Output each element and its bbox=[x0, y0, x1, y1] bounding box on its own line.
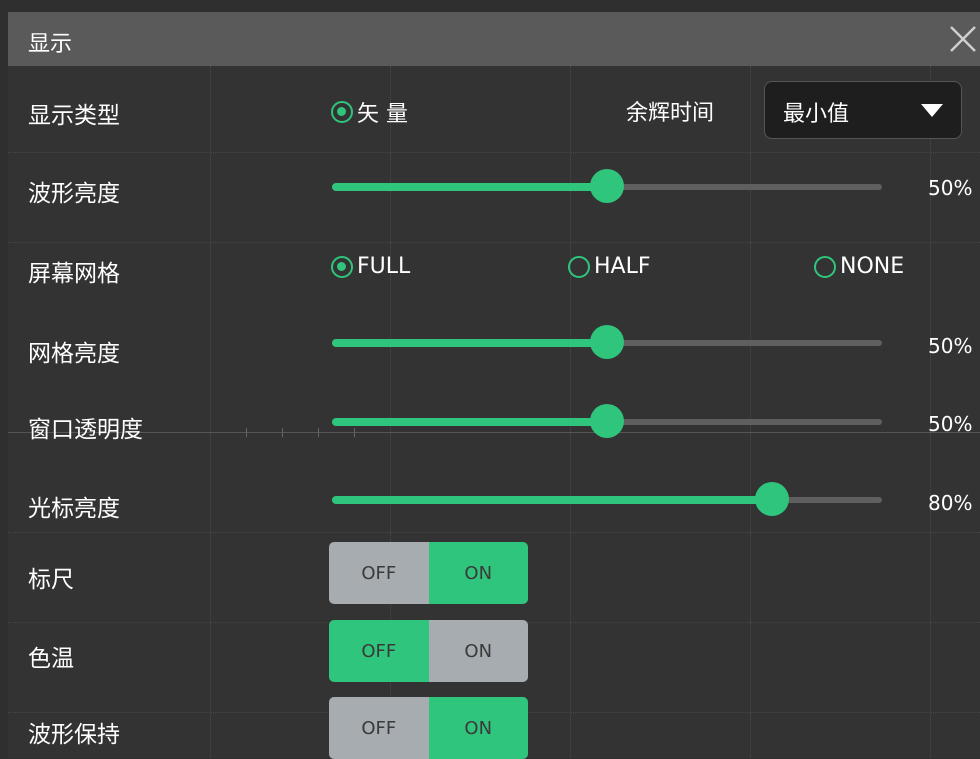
grid-brightness-label: 网格亮度 bbox=[28, 341, 120, 367]
close-icon[interactable] bbox=[948, 24, 978, 54]
wave-brightness-value: 50% bbox=[928, 176, 973, 200]
toggle-on-option[interactable]: ON bbox=[428, 542, 528, 604]
grid-line bbox=[8, 242, 980, 243]
slider-knob[interactable] bbox=[590, 169, 624, 203]
grid-line bbox=[210, 66, 211, 758]
persistence-label: 余辉时间 bbox=[626, 101, 715, 126]
grid-brightness-value: 50% bbox=[928, 334, 973, 358]
grid-line bbox=[8, 152, 980, 153]
persistence-value: 最小值 bbox=[783, 102, 850, 127]
radio-label: NONE bbox=[840, 254, 905, 279]
wave-hold-label: 波形保持 bbox=[28, 722, 120, 748]
toggle-on-option[interactable]: ON bbox=[428, 620, 528, 682]
screen-grid-none-radio[interactable]: NONE bbox=[814, 254, 904, 279]
radio-label: FULL bbox=[357, 254, 411, 279]
axis-tick bbox=[282, 428, 283, 437]
cursor-brightness-slider[interactable] bbox=[332, 482, 882, 516]
slider-fill bbox=[332, 339, 607, 347]
screen-grid-half-radio[interactable]: HALF bbox=[568, 254, 651, 279]
toggle-off-option[interactable]: OFF bbox=[329, 697, 429, 759]
radio-selected-icon bbox=[331, 101, 353, 123]
persistence-dropdown[interactable]: 最小值 bbox=[764, 81, 962, 139]
color-temp-toggle[interactable]: OFF ON bbox=[329, 620, 528, 682]
slider-fill bbox=[332, 496, 772, 504]
grid-brightness-slider[interactable] bbox=[332, 325, 882, 359]
axis-tick bbox=[246, 428, 247, 437]
screen-grid-full-radio[interactable]: FULL bbox=[331, 254, 410, 279]
toggle-off-option[interactable]: OFF bbox=[329, 542, 429, 604]
axis-tick bbox=[318, 428, 319, 437]
display-type-label: 显示类型 bbox=[28, 103, 120, 129]
window-transparency-label: 窗口透明度 bbox=[28, 417, 143, 443]
window-transparency-slider[interactable] bbox=[332, 404, 882, 438]
cursor-brightness-value: 80% bbox=[928, 491, 973, 515]
wave-hold-toggle[interactable]: OFF ON bbox=[329, 697, 528, 759]
ruler-label: 标尺 bbox=[28, 567, 74, 593]
wave-brightness-slider[interactable] bbox=[332, 169, 882, 203]
slider-knob[interactable] bbox=[755, 482, 789, 516]
slider-fill bbox=[332, 418, 607, 426]
caret-down-icon bbox=[921, 104, 943, 117]
dialog-title: 显示 bbox=[28, 32, 73, 57]
display-type-vector-radio[interactable]: 矢 量 bbox=[331, 96, 408, 128]
cursor-brightness-label: 光标亮度 bbox=[28, 496, 120, 522]
dialog-titlebar: 显示 bbox=[8, 12, 980, 66]
slider-knob[interactable] bbox=[590, 404, 624, 438]
radio-unselected-icon bbox=[568, 255, 590, 278]
slider-fill bbox=[332, 183, 607, 191]
grid-line bbox=[8, 532, 980, 533]
toggle-on-option[interactable]: ON bbox=[428, 697, 528, 759]
radio-label: 矢 量 bbox=[357, 102, 408, 127]
wave-brightness-label: 波形亮度 bbox=[28, 181, 120, 207]
window-transparency-value: 50% bbox=[928, 412, 973, 436]
screen-grid-label: 屏幕网格 bbox=[28, 261, 120, 287]
slider-knob[interactable] bbox=[590, 325, 624, 359]
color-temp-label: 色温 bbox=[28, 646, 74, 672]
radio-label: HALF bbox=[594, 254, 651, 279]
ruler-toggle[interactable]: OFF ON bbox=[329, 542, 528, 604]
toggle-off-option[interactable]: OFF bbox=[329, 620, 429, 682]
radio-selected-icon bbox=[331, 255, 353, 278]
radio-unselected-icon bbox=[814, 255, 836, 278]
